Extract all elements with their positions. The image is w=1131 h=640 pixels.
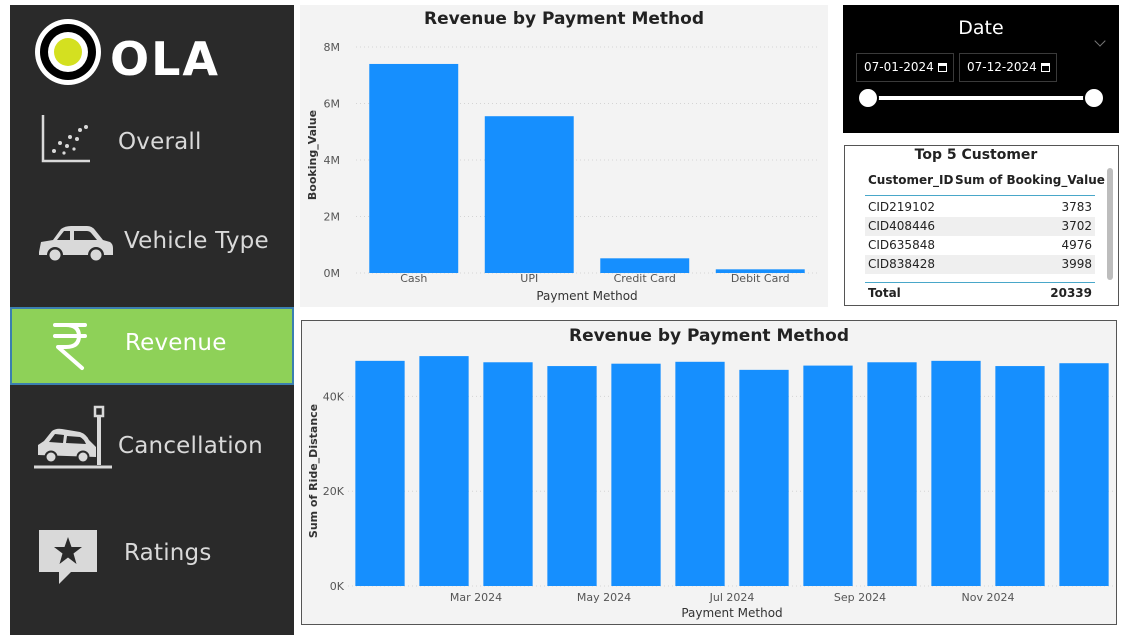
table-row: CID635848 4976 (865, 236, 1095, 255)
cell-customer-id: CID838428 (868, 257, 935, 271)
nav-item-overall[interactable]: Overall (10, 101, 294, 179)
brand-name: OLA (110, 32, 220, 86)
nav-item-ratings[interactable]: Ratings (10, 512, 294, 590)
nav-item-cancellation[interactable]: Cancellation (10, 405, 294, 483)
bar (483, 362, 533, 586)
cell-booking-value: 3783 (1061, 200, 1092, 214)
x-tick-label: Sep 2024 (834, 591, 886, 604)
bar (931, 360, 981, 586)
scatter-chart-icon (41, 115, 90, 163)
y-tick-label: 4M (324, 154, 341, 167)
ola-logo: OLA (35, 19, 220, 86)
table-total-row: Total 20339 (865, 284, 1095, 303)
date-slicer-title: Date (958, 17, 1004, 39)
y-tick-label: 0M (324, 267, 341, 280)
cell-booking-value: 3702 (1061, 219, 1092, 233)
dashboard: OLA Overall Vehicle Type Revenue Cancell… (0, 0, 1131, 640)
x-axis-label: Payment Method (681, 606, 782, 620)
bar (369, 63, 459, 274)
x-tick-label: May 2024 (577, 591, 631, 604)
end-date-value: 07-12-2024 (967, 60, 1037, 74)
date-range-start-handle[interactable] (857, 87, 879, 109)
star-speech-icon (39, 530, 97, 584)
calendar-icon[interactable] (938, 63, 947, 72)
column-header-customer-id[interactable]: Customer_ID (868, 173, 953, 187)
calendar-icon[interactable] (1041, 63, 1050, 72)
y-tick-label: 0K (330, 580, 345, 593)
cell-customer-id: CID408446 (868, 219, 935, 233)
nav-label-overall: Overall (118, 129, 202, 155)
table-row: CID219102 3783 (865, 198, 1095, 217)
date-slicer: Date 07-01-2024 07-12-2024 (843, 5, 1119, 133)
nav-item-revenue[interactable]: Revenue (10, 307, 294, 385)
cell-booking-value: 4976 (1061, 238, 1092, 252)
y-tick-label: 8M (324, 41, 341, 54)
y-axis-label: Sum of Ride_Distance (307, 404, 320, 538)
start-date-input[interactable]: 07-01-2024 (856, 53, 954, 82)
x-tick-label: Nov 2024 (962, 591, 1015, 604)
total-divider (865, 282, 1095, 283)
bar (675, 361, 725, 586)
nav-label-revenue: Revenue (125, 330, 227, 356)
table-row: CID408446 3702 (865, 217, 1095, 236)
ride-distance-chart-card: Revenue by Payment Method 0K 20K 40K Mar 202… (301, 320, 1117, 625)
bar (995, 366, 1045, 586)
bar (611, 363, 661, 586)
cell-booking-value: 3998 (1061, 257, 1092, 271)
car-icon (39, 226, 113, 263)
y-tick-label: 6M (324, 98, 341, 111)
payment-method-chart-card: Revenue by Payment Method 0M 2M 4M 6M 8M Cash U… (300, 5, 828, 307)
bar (1059, 363, 1109, 586)
chart-title: Revenue by Payment Method (569, 326, 849, 346)
y-tick-label: 40K (323, 390, 345, 403)
date-range-end-handle[interactable] (1083, 87, 1105, 109)
bar (419, 356, 469, 586)
chart-title: Revenue by Payment Method (424, 9, 704, 29)
y-tick-label: 2M (324, 211, 341, 224)
table-title: Top 5 Customer (914, 147, 1038, 163)
bar (803, 365, 853, 586)
header-divider (865, 195, 1095, 196)
nav-label-ratings: Ratings (124, 540, 212, 566)
x-tick-label: UPI (520, 272, 538, 285)
end-date-input[interactable]: 07-12-2024 (959, 53, 1057, 82)
table-row: CID838428 3998 (865, 255, 1095, 274)
nav-label-vehicle-type: Vehicle Type (124, 228, 269, 254)
column-header-booking-value[interactable]: Sum of Booking_Value (955, 173, 1105, 187)
bar (600, 258, 690, 273)
x-tick-label: Debit Card (731, 272, 790, 285)
x-tick-label: Cash (400, 272, 427, 285)
total-value: 20339 (1050, 286, 1092, 300)
date-range-track[interactable] (868, 96, 1094, 100)
bar (547, 366, 597, 586)
top-customers-table: Top 5 Customer Customer_ID Sum of Bookin… (844, 145, 1119, 306)
bar (867, 362, 917, 586)
cell-customer-id: CID635848 (868, 238, 935, 252)
bar (739, 369, 789, 586)
x-tick-label: Mar 2024 (450, 591, 502, 604)
y-tick-label: 20K (323, 485, 345, 498)
cell-customer-id: CID219102 (868, 200, 935, 214)
ride-distance-bar-chart: Revenue by Payment Method 0K 20K 40K Mar 202… (307, 326, 1116, 620)
rupee-icon (53, 323, 87, 370)
car-crash-icon (34, 405, 112, 469)
bar (355, 360, 405, 586)
total-label: Total (868, 286, 901, 300)
payment-method-bar-chart: Revenue by Payment Method 0M 2M 4M 6M 8M Cash U… (306, 9, 818, 303)
sidebar: OLA Overall Vehicle Type Revenue Cancell… (10, 5, 294, 635)
x-tick-label: Jul 2024 (709, 591, 755, 604)
table-scrollbar[interactable] (1107, 168, 1113, 280)
x-tick-label: Credit Card (614, 272, 676, 285)
nav-item-vehicle-type[interactable]: Vehicle Type (10, 202, 294, 280)
bar (484, 116, 574, 274)
nav-label-cancellation: Cancellation (118, 433, 263, 459)
y-axis-label: Booking_Value (306, 110, 319, 200)
x-axis-label: Payment Method (536, 289, 637, 303)
start-date-value: 07-01-2024 (864, 60, 934, 74)
